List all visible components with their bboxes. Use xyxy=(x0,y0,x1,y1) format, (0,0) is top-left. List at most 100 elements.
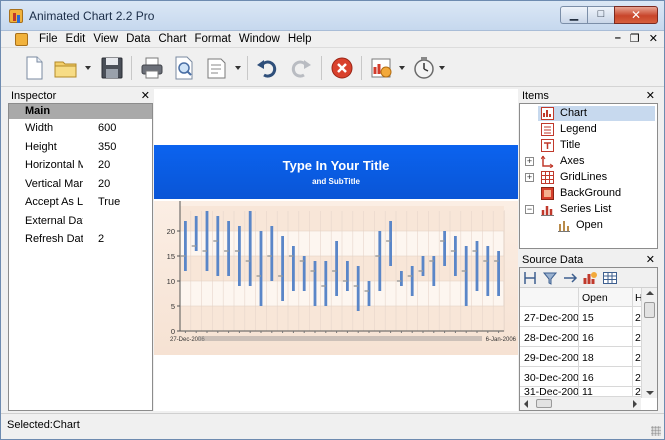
scroll-down-arrow-icon[interactable] xyxy=(646,391,654,395)
chart-title[interactable]: Type In Your Title xyxy=(283,158,390,173)
grid-cell[interactable]: 16 xyxy=(582,332,594,344)
tree-item-title[interactable]: Title xyxy=(520,138,657,153)
property-row[interactable]: Accept As LocalTrue xyxy=(9,193,152,212)
scroll-left-arrow-icon[interactable] xyxy=(524,400,528,408)
connect-icon[interactable] xyxy=(562,270,578,286)
grid-horizontal-scrollbar[interactable] xyxy=(520,396,641,410)
new-document-icon[interactable] xyxy=(21,55,47,81)
open-folder-icon[interactable] xyxy=(53,55,79,81)
property-row[interactable]: Vertical Margin20 xyxy=(9,175,152,194)
table-row[interactable]: 27-Dec-200 15 2 xyxy=(520,308,642,327)
hilo-bar[interactable] xyxy=(497,251,500,296)
grid-header-cell[interactable]: Open xyxy=(582,292,608,304)
tree-item-legend[interactable]: Legend xyxy=(520,122,657,137)
menu-view[interactable]: View xyxy=(89,32,122,47)
property-row[interactable]: Height 350 xyxy=(9,138,152,157)
grid-cell[interactable]: 29-Dec-200 xyxy=(524,352,578,364)
timer-icon[interactable] xyxy=(411,55,437,81)
tree-item-gridlines[interactable]: + GridLines xyxy=(520,170,657,185)
tree-item-background[interactable]: BackGround xyxy=(520,186,657,201)
expand-axes-toggle[interactable]: + xyxy=(525,157,534,166)
hilo-bar[interactable] xyxy=(270,226,274,281)
mdi-minimize-button[interactable]: – xyxy=(615,32,621,45)
minimize-button[interactable]: ▁ xyxy=(560,6,587,24)
hilo-bar[interactable] xyxy=(216,216,220,276)
hilo-bar[interactable] xyxy=(464,246,468,306)
hilo-bar[interactable] xyxy=(227,221,230,276)
table-row[interactable]: 30-Dec-200 16 2 xyxy=(520,368,642,387)
table-icon[interactable] xyxy=(602,270,618,286)
hilo-bar[interactable] xyxy=(443,231,446,266)
hilo-bar[interactable] xyxy=(454,236,457,276)
hilo-bar[interactable] xyxy=(324,261,328,306)
filter-icon[interactable] xyxy=(542,270,558,286)
grid-cell[interactable]: 27-Dec-200 xyxy=(524,312,578,324)
property-row[interactable]: Width 600 xyxy=(9,119,152,138)
close-window-button[interactable]: ✕ xyxy=(614,6,658,24)
hilo-bar[interactable] xyxy=(205,211,209,271)
property-row[interactable]: External Data Fi xyxy=(9,212,152,231)
property-value[interactable]: 350 xyxy=(83,141,116,153)
expand-gridlines-toggle[interactable]: + xyxy=(525,173,534,182)
menu-window[interactable]: Window xyxy=(235,32,284,47)
chart-wizard-dropdown-arrow[interactable] xyxy=(399,66,405,70)
hilo-bar[interactable] xyxy=(410,266,414,296)
horizontal-scroll-thumb[interactable] xyxy=(536,399,552,408)
scroll-thumb[interactable] xyxy=(644,302,655,318)
tree-item-axes[interactable]: + Axes xyxy=(520,154,657,169)
hilo-bar[interactable] xyxy=(313,261,317,306)
property-value[interactable]: True xyxy=(83,196,120,208)
property-value[interactable]: 2 xyxy=(83,233,104,245)
grid-cell[interactable]: 2 xyxy=(635,372,641,384)
table-row[interactable]: 28-Dec-200 16 2 xyxy=(520,328,642,347)
open-dropdown-arrow[interactable] xyxy=(85,66,91,70)
property-value[interactable]: 20 xyxy=(83,178,110,190)
chart-data-icon[interactable] xyxy=(582,270,598,286)
grid-cell[interactable]: 18 xyxy=(582,352,594,364)
split-icon[interactable] xyxy=(522,270,538,286)
chart-svg[interactable]: Type In Your Title and SubTitle 0 5 10 15 20… xyxy=(154,89,518,411)
tree-item-chart[interactable]: Chart xyxy=(520,106,657,121)
hilo-bar[interactable] xyxy=(400,271,403,286)
hilo-bar[interactable] xyxy=(486,246,490,296)
grid-cell[interactable]: 28-Dec-200 xyxy=(524,332,578,344)
chart-subtitle[interactable]: and SubTitle xyxy=(312,177,360,186)
menu-edit[interactable]: Edit xyxy=(62,32,90,47)
hilo-bar[interactable] xyxy=(378,231,382,291)
chart-wizard-icon[interactable] xyxy=(369,55,395,81)
grid-cell[interactable]: 2 xyxy=(635,312,641,324)
collapse-series-list-toggle[interactable]: − xyxy=(525,205,534,214)
grid-cell[interactable]: 2 xyxy=(635,332,641,344)
undo-icon[interactable] xyxy=(255,55,281,81)
inspector-close-button[interactable]: ✕ xyxy=(141,89,150,103)
hilo-bar[interactable] xyxy=(367,281,371,306)
hilo-bar[interactable] xyxy=(248,211,252,286)
title-bar[interactable]: Animated Chart 2.2 Pro ▁ □ ✕ xyxy=(1,1,664,31)
grid-vertical-scrollbar[interactable] xyxy=(641,288,657,398)
save-icon[interactable] xyxy=(99,55,125,81)
property-section-main[interactable]: Main xyxy=(9,104,152,119)
mdi-restore-button[interactable]: ❐ xyxy=(630,32,640,45)
grid-cell[interactable]: 15 xyxy=(582,312,594,324)
page-setup-icon[interactable] xyxy=(203,55,229,81)
hilo-bar[interactable] xyxy=(335,241,338,296)
property-row[interactable]: Horizontal Margi20 xyxy=(9,156,152,175)
mdi-close-button[interactable]: ✕ xyxy=(649,32,658,45)
stop-icon[interactable] xyxy=(329,55,355,81)
hilo-bar[interactable] xyxy=(421,256,425,276)
grid-cell[interactable]: 2 xyxy=(635,352,641,364)
resize-grip-icon[interactable] xyxy=(651,426,661,436)
menu-file[interactable]: File xyxy=(35,32,62,47)
hilo-bar[interactable] xyxy=(389,221,392,266)
tree-item-series-list[interactable]: − Series List xyxy=(520,202,657,217)
document-menu-icon[interactable] xyxy=(15,33,28,46)
menu-data[interactable]: Data xyxy=(122,32,154,47)
items-close-button[interactable]: ✕ xyxy=(646,89,655,103)
menu-help[interactable]: Help xyxy=(284,32,316,47)
timer-dropdown-arrow[interactable] xyxy=(439,66,445,70)
property-row[interactable]: Refresh Data Tir2 xyxy=(9,230,152,249)
table-row[interactable]: 29-Dec-200 18 2 xyxy=(520,348,642,367)
scroll-right-arrow-icon[interactable] xyxy=(633,400,637,408)
chart-canvas[interactable]: Type In Your Title and SubTitle 0 5 10 15 20… xyxy=(154,89,518,411)
scroll-up-arrow-icon[interactable] xyxy=(646,291,654,295)
